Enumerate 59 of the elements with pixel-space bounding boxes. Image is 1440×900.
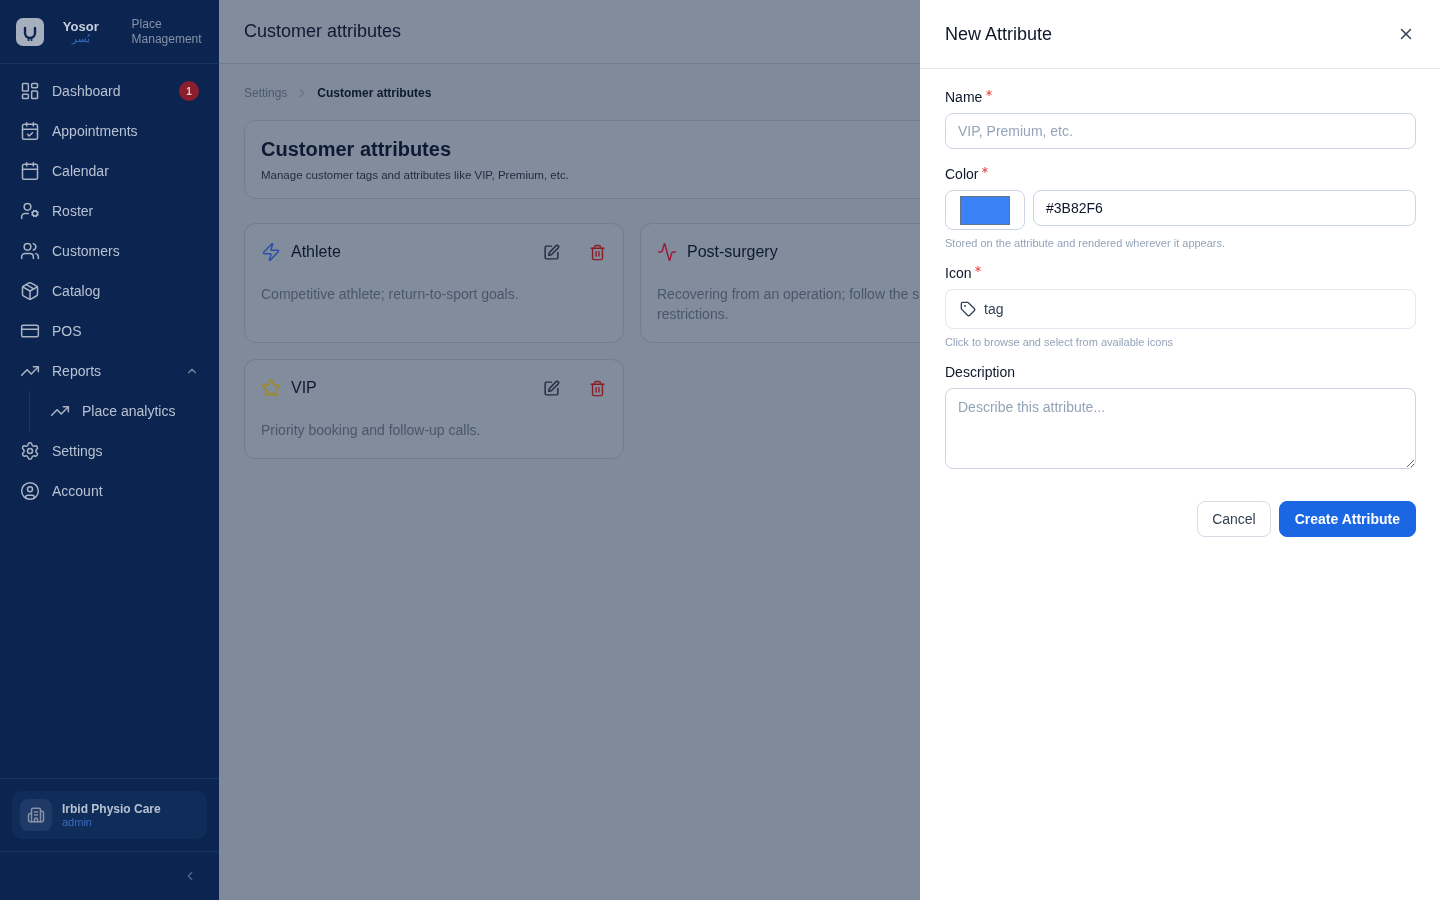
- color-picker[interactable]: [945, 190, 1025, 230]
- settings-icon: [20, 441, 40, 461]
- attribute-name: Post-surgery: [687, 243, 779, 261]
- place-name: Irbid Physio Care: [62, 802, 161, 816]
- nav-item[interactable]: Calendar: [0, 151, 219, 191]
- calendar-check-icon: [20, 121, 40, 141]
- nav-item[interactable]: Dashboard 1: [0, 71, 219, 111]
- edit-icon: [542, 243, 560, 261]
- dashboard-icon: [20, 81, 40, 101]
- brand-subtitle: Place Management: [131, 16, 203, 47]
- edit-button[interactable]: [541, 242, 561, 262]
- attribute-name: Athlete: [291, 243, 342, 261]
- place-role: admin: [62, 816, 93, 828]
- nav-item[interactable]: Roster: [0, 191, 219, 231]
- field-label: Name: [945, 89, 983, 105]
- place-card[interactable]: Irbid Physio Care admin: [12, 791, 207, 839]
- attribute-name: VIP: [291, 379, 318, 397]
- nav-item[interactable]: Appointments: [0, 111, 219, 151]
- edit-icon: [542, 379, 560, 397]
- field-label: Description: [945, 364, 1016, 380]
- credit-card-icon: [20, 321, 40, 341]
- nav-item[interactable]: Settings: [0, 431, 219, 471]
- tag-icon: [960, 301, 976, 317]
- page-header-title: Customer attributes: [244, 21, 402, 42]
- name-input[interactable]: VIP, Premium, etc.: [945, 113, 1416, 149]
- user-gear-icon: [20, 201, 40, 221]
- nav-item[interactable]: Reports: [0, 351, 219, 391]
- field-hint: Click to browse and select from available icons: [945, 336, 1175, 348]
- users-icon: [20, 241, 40, 261]
- nav-item[interactable]: POS: [0, 311, 219, 351]
- logo-icon: [16, 17, 44, 46]
- nav-item[interactable]: Account: [0, 471, 219, 511]
- nav-item[interactable]: Place analytics: [30, 391, 219, 431]
- nav-item[interactable]: Customers: [0, 231, 219, 271]
- notification-badge: 1: [179, 81, 199, 101]
- color-hex-input[interactable]: #3B82F6: [1033, 190, 1416, 226]
- description-input[interactable]: Describe this attribute...: [945, 388, 1416, 469]
- brand-arabic-name: يُسر: [71, 34, 90, 44]
- cancel-button[interactable]: Cancel: [1197, 501, 1271, 537]
- create-button[interactable]: Create Attribute: [1278, 501, 1416, 537]
- user-circle-icon: [20, 481, 40, 501]
- box-icon: [20, 281, 40, 301]
- nav-item[interactable]: Catalog: [0, 271, 219, 311]
- field-label: Icon: [945, 265, 972, 281]
- building-icon: [20, 799, 52, 831]
- field-label: Color: [945, 166, 979, 182]
- page-subtitle: Manage customer tags and attributes like VIP, Premium, etc.: [261, 169, 570, 181]
- delete-button[interactable]: [587, 242, 607, 262]
- brand-name: Yosor: [62, 19, 99, 34]
- edit-button[interactable]: [541, 378, 561, 398]
- trash-icon: [588, 243, 606, 261]
- calendar-icon: [20, 161, 40, 181]
- field-hint: Stored on the attribute and rendered wherever it appears.: [945, 237, 1227, 249]
- breadcrumb-item: Customer attributes: [317, 86, 432, 100]
- trash-icon: [588, 379, 606, 397]
- icon-picker[interactable]: tag: [945, 289, 1416, 329]
- page-title: Customer attributes: [261, 138, 453, 161]
- drawer-title: New Attribute: [945, 23, 1053, 45]
- delete-button[interactable]: [587, 378, 607, 398]
